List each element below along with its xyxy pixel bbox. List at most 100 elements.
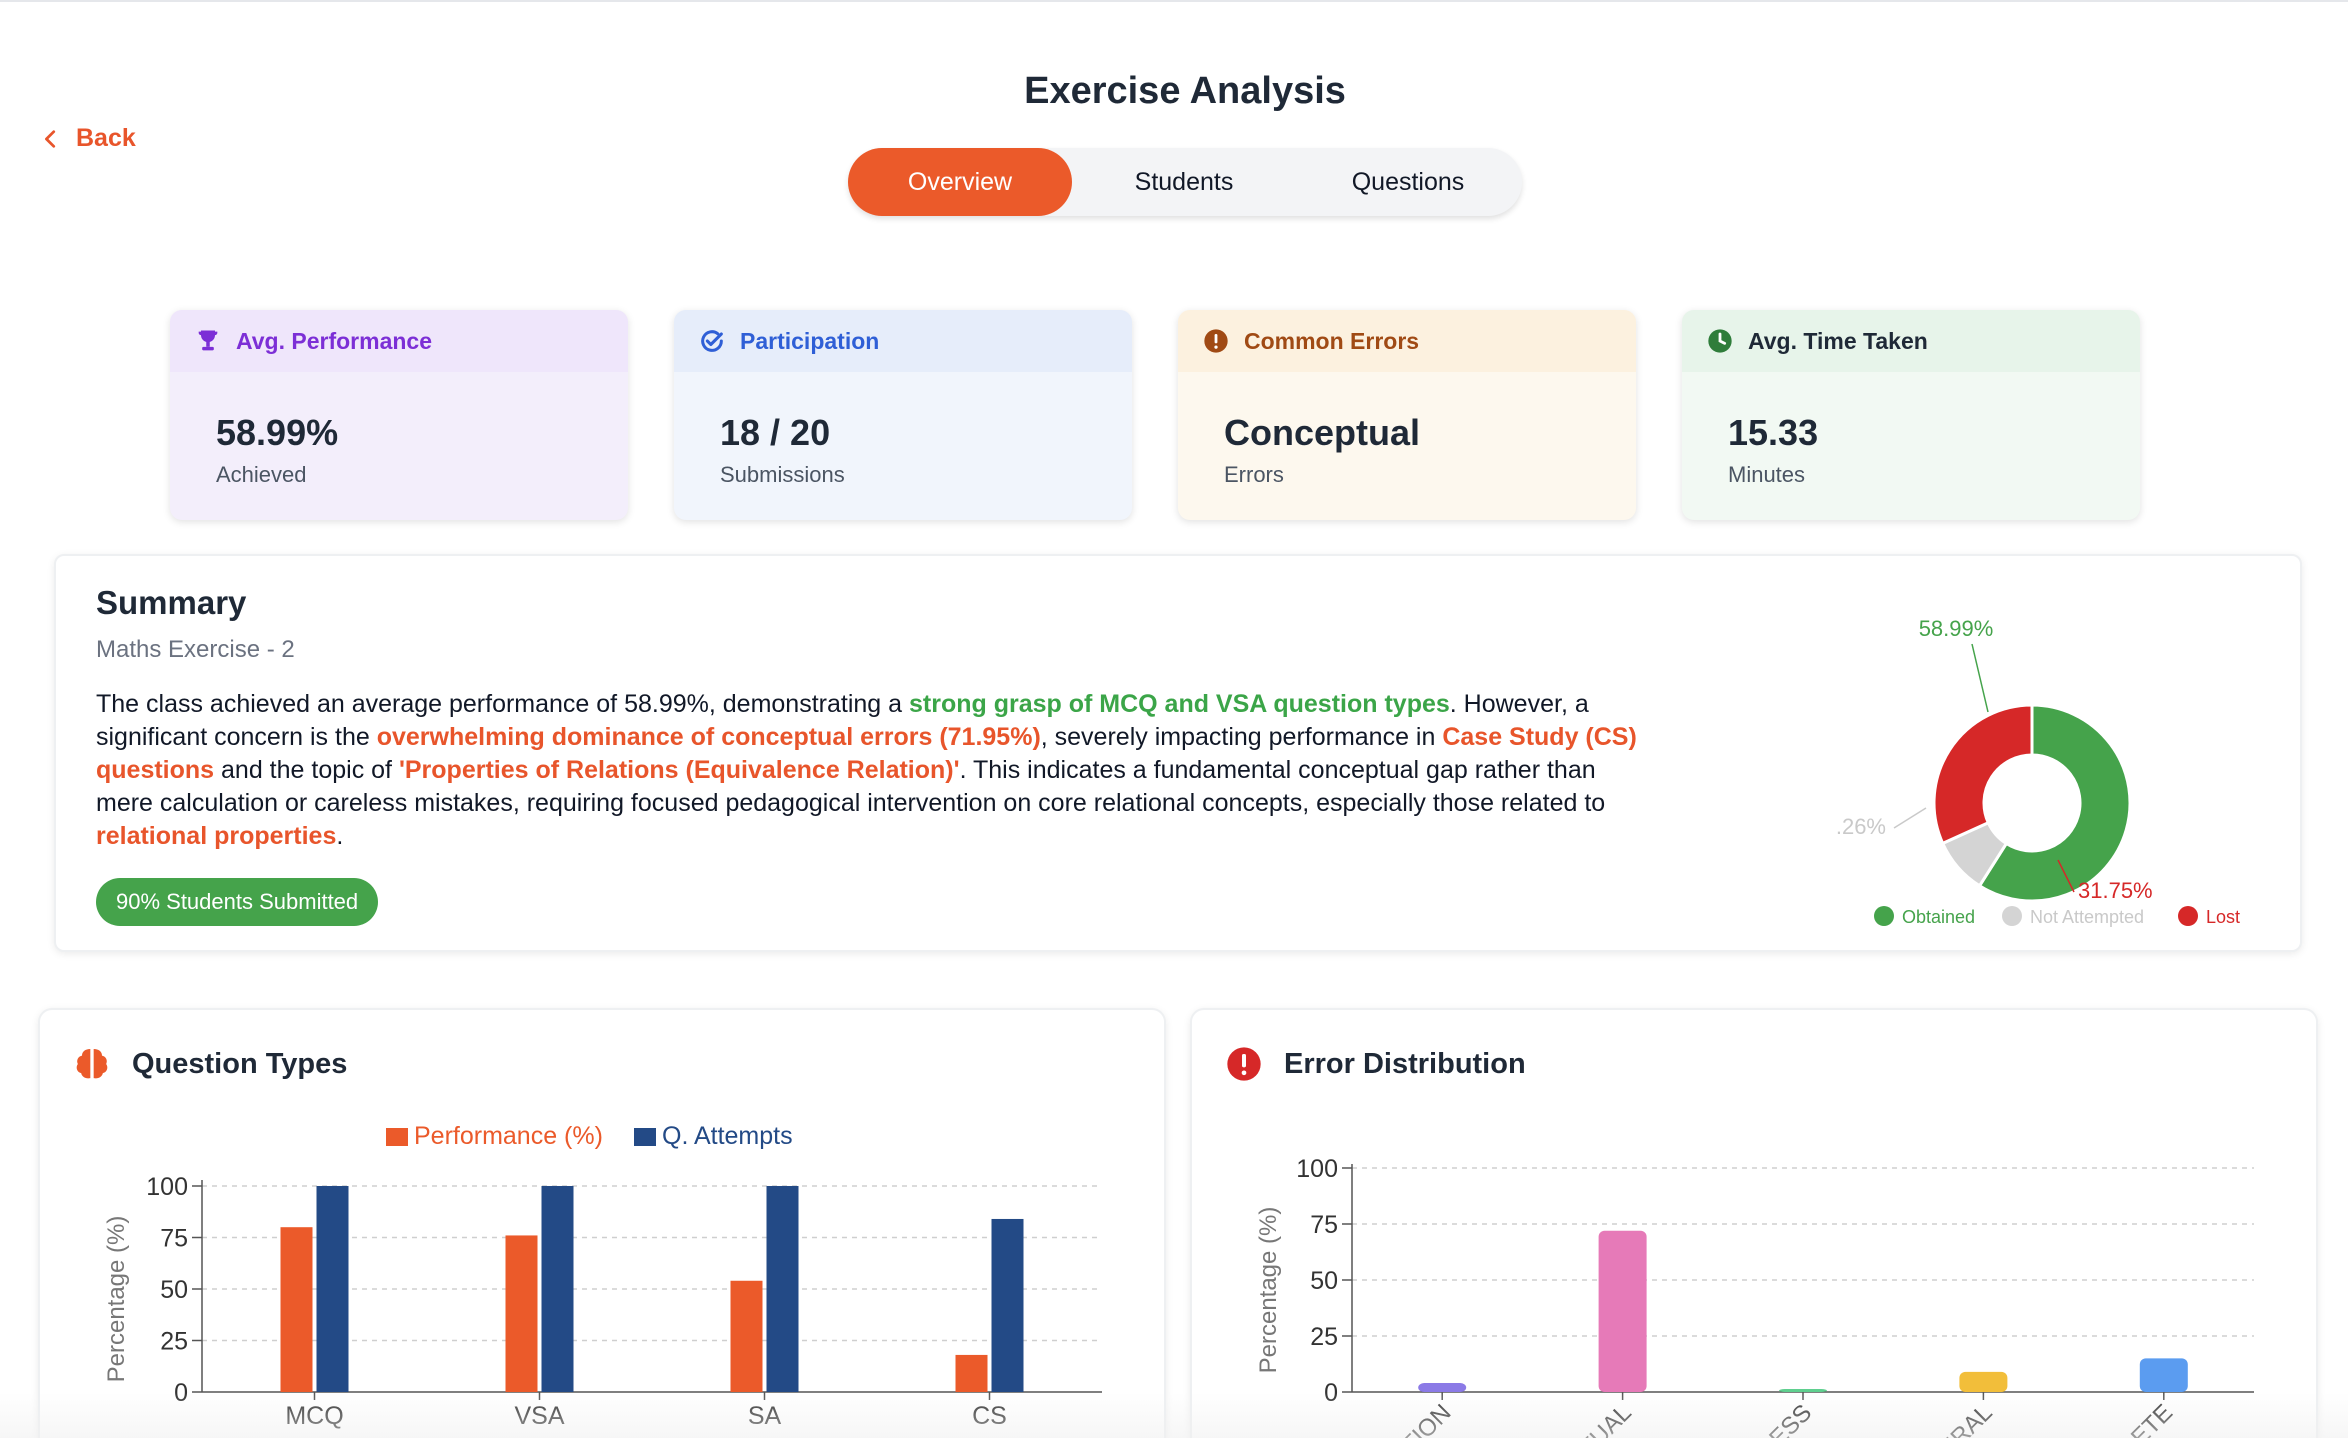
legend-marker — [2178, 906, 2198, 926]
error-bar — [1779, 1389, 1827, 1392]
check-circle-icon — [701, 330, 723, 352]
stat-card-participation: Participation 18 / 20 Submissions — [674, 310, 1132, 520]
error-distribution-panel: Error Distribution 0 25 50 75 100 Percentage … — [1190, 1008, 2318, 1438]
bar-sa-attempts — [766, 1186, 799, 1392]
submitted-badge: 90% Students Submitted — [96, 878, 379, 926]
bar-mcq-attempts — [316, 1186, 349, 1392]
stat-value: 18 / 20 — [720, 412, 831, 453]
tab-overview[interactable]: Overview — [848, 148, 1072, 216]
alert-circle-icon — [1204, 329, 1228, 353]
bar-sa-performance — [730, 1280, 763, 1392]
tab-bar: Overview Students Questions — [848, 148, 1522, 216]
legend-swatch — [386, 1128, 408, 1146]
x-tick-label: LETE — [2117, 1399, 2179, 1438]
y-tick-label: 0 — [174, 1379, 188, 1407]
y-tick-label: 75 — [1310, 1211, 1338, 1239]
legend-label: Not Attempted — [2030, 907, 2144, 927]
bar-cs-performance — [955, 1354, 988, 1392]
legend-label: Q. Attempts — [662, 1122, 793, 1150]
summary-text-segment: The class achieved an average performanc… — [96, 690, 909, 718]
legend-label: Obtained — [1902, 907, 1975, 927]
y-tick-label: 50 — [1310, 1267, 1338, 1295]
bar-mcq-performance — [280, 1227, 313, 1392]
stat-card-common-errors: Common Errors Conceptual Errors — [1178, 310, 1636, 520]
y-tick-label: 75 — [160, 1225, 188, 1253]
summary-text-segment: , severely impacting performance in — [1040, 723, 1443, 751]
y-tick-label: 100 — [1296, 1155, 1338, 1183]
donut-value-label: 31.75% — [2078, 878, 2153, 903]
legend-label: Performance (%) — [414, 1122, 603, 1150]
legend-marker — [1874, 906, 1894, 926]
stat-sub: Errors — [1224, 462, 1284, 487]
performance-donut-chart: 58.99% 9.26% 31.75% Obtained Not Attempted Lo… — [1836, 616, 2240, 927]
bar-vsa-performance — [505, 1235, 538, 1392]
bar-cs-attempts — [991, 1218, 1024, 1392]
stat-value: 58.99% — [216, 412, 339, 453]
summary-highlight: strong grasp of MCQ and VSA question typ… — [908, 690, 1450, 718]
summary-card: Summary Maths Exercise - 2 The class ach… — [54, 554, 2302, 952]
y-tick-label: 100 — [146, 1173, 188, 1201]
donut-leader-line — [1893, 807, 1927, 829]
page-title: Exercise Analysis — [1024, 70, 1346, 112]
tab-questions[interactable]: Questions — [1296, 148, 1520, 216]
y-axis-label: Percentage (%) — [1255, 1207, 1282, 1374]
stat-title: Common Errors — [1244, 327, 1420, 354]
summary-highlight: overwhelming dominance of conceptual err… — [376, 723, 1041, 751]
x-tick-label: URAL — [1933, 1399, 1997, 1438]
stat-card-avg-time: Avg. Time Taken 15.33 Minutes — [1682, 310, 2140, 520]
trophy-icon — [198, 330, 218, 351]
error-distribution-bar-chart: 0 25 50 75 100 Percentage (%) TION TUAL LESS URAL… — [1255, 1155, 2254, 1438]
summary-title: Summary — [96, 584, 247, 621]
donut-slice-lost — [1932, 703, 2034, 846]
summary-text-segment: and the topic of — [214, 756, 399, 784]
stat-title: Avg. Time Taken — [1748, 327, 1928, 354]
summary-text: The class achieved an average performanc… — [96, 688, 1656, 853]
y-tick-label: 0 — [1324, 1379, 1338, 1407]
back-label: Back — [76, 124, 136, 152]
x-tick-label: CS — [972, 1402, 1007, 1430]
stat-value: 15.33 — [1728, 412, 1819, 453]
stat-sub: Submissions — [720, 462, 845, 487]
summary-highlight: 'Properties of Relations (Equivalence Re… — [398, 756, 960, 784]
stat-sub: Minutes — [1728, 462, 1806, 487]
bar-vsa-attempts — [541, 1186, 574, 1392]
stat-card-header: Avg. Performance — [170, 310, 628, 372]
stat-card-header: Avg. Time Taken — [1682, 310, 2140, 372]
x-tick-label: TION — [1397, 1399, 1457, 1438]
donut-leader-line — [1971, 643, 1989, 713]
summary-subtitle: Maths Exercise - 2 — [96, 636, 295, 663]
y-axis-label: Percentage (%) — [103, 1216, 130, 1383]
stat-card-header: Participation — [674, 310, 1132, 372]
stat-title: Participation — [740, 327, 880, 354]
y-tick-label: 25 — [160, 1328, 188, 1356]
x-tick-label: VSA — [514, 1402, 564, 1430]
summary-highlight: relational properties — [96, 822, 337, 850]
error-bar — [1959, 1371, 2008, 1392]
tab-students[interactable]: Students — [1072, 148, 1296, 216]
legend-swatch — [634, 1128, 656, 1146]
clock-icon — [1708, 329, 1732, 353]
stat-card-header: Common Errors — [1178, 310, 1636, 372]
error-bar — [1418, 1383, 1467, 1392]
legend-marker — [2002, 906, 2022, 926]
summary-text-segment: . — [336, 822, 344, 850]
x-tick-label: TUAL — [1574, 1399, 1636, 1438]
chevron-left-icon — [45, 129, 56, 148]
error-bar — [2139, 1358, 2188, 1392]
back-button[interactable]: Back — [40, 124, 136, 153]
donut-value-label: 9.26% — [1836, 814, 1886, 839]
stat-sub: Achieved — [216, 462, 307, 487]
y-tick-label: 50 — [160, 1276, 188, 1304]
question-types-bar-chart: Performance (%) Q. Attempts 0 25 50 75 100 Perc… — [103, 1122, 1102, 1430]
donut-value-label: 58.99% — [1919, 616, 1994, 641]
error-bar — [1598, 1230, 1647, 1392]
x-tick-label: LESS — [1755, 1399, 1817, 1438]
x-tick-label: MCQ — [285, 1402, 343, 1430]
y-tick-label: 25 — [1310, 1323, 1338, 1351]
stat-card-avg-performance: Avg. Performance 58.99% Achieved — [170, 310, 628, 520]
legend-label: Lost — [2206, 907, 2240, 927]
stat-value: Conceptual — [1224, 412, 1421, 453]
stat-title: Avg. Performance — [236, 327, 432, 354]
x-tick-label: SA — [748, 1402, 782, 1430]
question-types-panel: Question Types Performance (%) Q. Attempt… — [38, 1008, 1166, 1438]
